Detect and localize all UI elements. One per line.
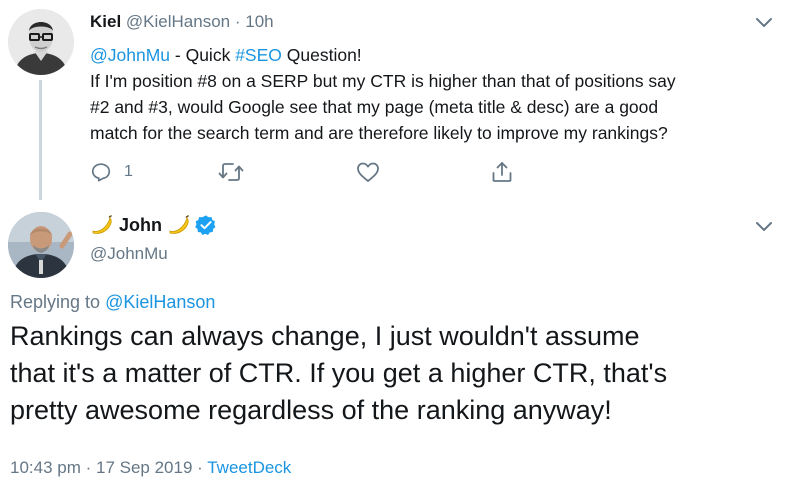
reply-text-line: pretty awesome regardless of the ranking… <box>10 395 612 425</box>
tweet-header: Kiel @KielHanson · 10h <box>90 12 274 32</box>
thread-connector <box>39 80 42 200</box>
source-link[interactable]: TweetDeck <box>207 458 291 477</box>
avatar-john-image <box>8 212 74 278</box>
tweet-metadata: 10:43 pm · 17 Sep 2019 · TweetDeck <box>10 458 291 478</box>
avatar-kiel[interactable] <box>8 9 74 75</box>
tweet-actions: 1 <box>90 160 530 184</box>
replying-to-handle[interactable]: @KielHanson <box>105 292 215 312</box>
reply-count: 1 <box>124 163 133 180</box>
share-icon <box>492 162 512 182</box>
retweet-icon <box>218 163 244 181</box>
chevron-down-icon[interactable] <box>754 220 774 234</box>
share-button[interactable] <box>490 160 514 184</box>
tweet-text-line: If I'm position #8 on a SERP but my CTR … <box>90 71 676 91</box>
banana-emoji <box>169 215 189 234</box>
replying-to: Replying to @KielHanson <box>10 292 215 313</box>
author-name[interactable]: John <box>119 215 162 236</box>
reply-author: John <box>90 214 217 236</box>
avatar-kiel-image <box>8 9 74 75</box>
tweet-text-line: match for the search term and are theref… <box>90 123 668 143</box>
avatar-john[interactable] <box>8 212 74 278</box>
author-name[interactable]: Kiel <box>90 12 121 31</box>
reply-text-line: that it's a matter of CTR. If you get a … <box>10 358 668 388</box>
tweet-time[interactable]: 10h <box>245 12 273 31</box>
tweet-timestamp[interactable]: 10:43 pm · 17 Sep 2019 · <box>10 458 207 477</box>
reply-icon <box>91 163 111 182</box>
tweet-text-fragment: Question! <box>281 45 362 65</box>
verified-badge-icon <box>195 215 216 235</box>
tweet-text-line: @JohnMu - Quick #SEO Question! <box>90 42 780 68</box>
author-handle[interactable]: @JohnMu <box>90 244 168 264</box>
reply-button[interactable]: 1 <box>90 160 133 184</box>
replying-to-label: Replying to <box>10 292 106 312</box>
reply-text-line: Rankings can always change, I just would… <box>10 321 640 351</box>
original-tweet: Kiel @KielHanson · 10h @JohnMu - Quick #… <box>0 0 790 200</box>
reply-text: Rankings can always change, I just would… <box>10 318 785 429</box>
author-handle[interactable]: @KielHanson <box>126 12 230 31</box>
retweet-button[interactable] <box>218 160 256 184</box>
mention-link[interactable]: @JohnMu <box>90 45 170 65</box>
banana-emoji <box>92 215 112 234</box>
tweet-text-fragment: - Quick <box>170 45 236 65</box>
like-button[interactable] <box>356 160 392 184</box>
tweet-text: @JohnMu - Quick #SEO Question! If I'm po… <box>90 42 780 146</box>
header-separator: · <box>234 12 241 31</box>
heart-icon <box>357 162 379 182</box>
tweet-text-line: #2 and #3, would Google see that my page… <box>90 97 659 117</box>
hashtag-link[interactable]: #SEO <box>235 45 282 65</box>
chevron-down-icon[interactable] <box>754 16 774 30</box>
